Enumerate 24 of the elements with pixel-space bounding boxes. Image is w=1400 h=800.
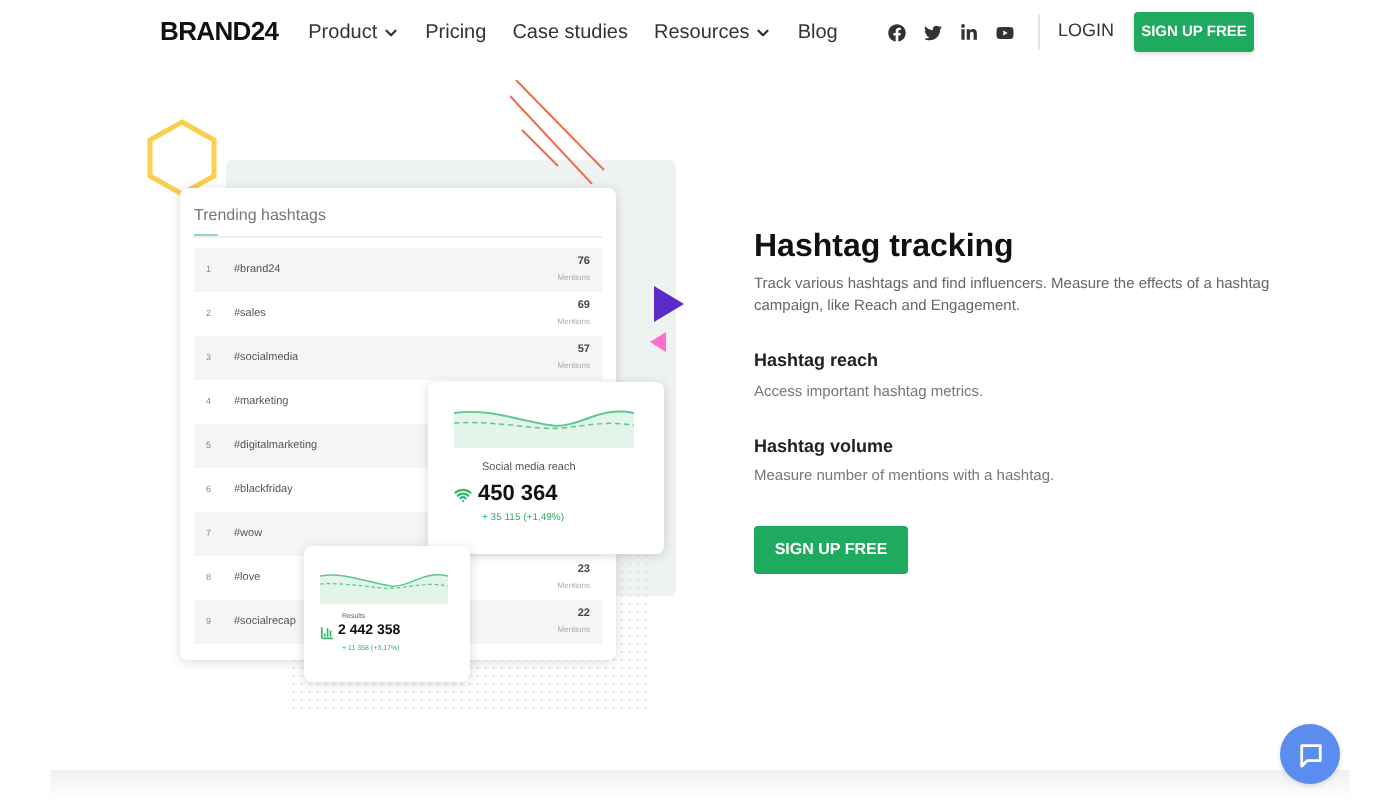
youtube-icon[interactable] xyxy=(995,23,1014,41)
chat-button[interactable] xyxy=(1280,724,1340,784)
nav-link[interactable]: Blog xyxy=(797,17,838,47)
wifi-icon xyxy=(454,486,472,504)
nav-link[interactable]: Case studies xyxy=(512,17,628,47)
chat-icon xyxy=(1297,741,1323,767)
twitter-icon[interactable] xyxy=(923,23,942,41)
bar-chart-icon xyxy=(320,626,334,640)
login-link[interactable]: LOGIN xyxy=(1057,18,1114,46)
hexagon-icon xyxy=(146,118,218,198)
facebook-icon[interactable] xyxy=(887,23,906,41)
nav-link[interactable]: Resources xyxy=(654,17,772,47)
feature-title: Hashtag tracking xyxy=(754,228,1014,268)
nav-link[interactable]: Pricing xyxy=(425,17,487,47)
feature-subtitle: Hashtag reach xyxy=(754,348,879,374)
stripes-drawing xyxy=(510,80,606,184)
card-title: Trending hashtags xyxy=(194,204,328,228)
brand-logo[interactable]: BRAND24 xyxy=(160,12,279,52)
feature-subtitle: Hashtag volume xyxy=(754,433,894,460)
linkedin-icon[interactable] xyxy=(959,23,978,41)
triangle-icon xyxy=(650,284,686,324)
nav-link[interactable]: Product xyxy=(308,17,400,47)
metric-value: 450 364 xyxy=(478,480,558,511)
triangle-icon xyxy=(648,330,668,354)
